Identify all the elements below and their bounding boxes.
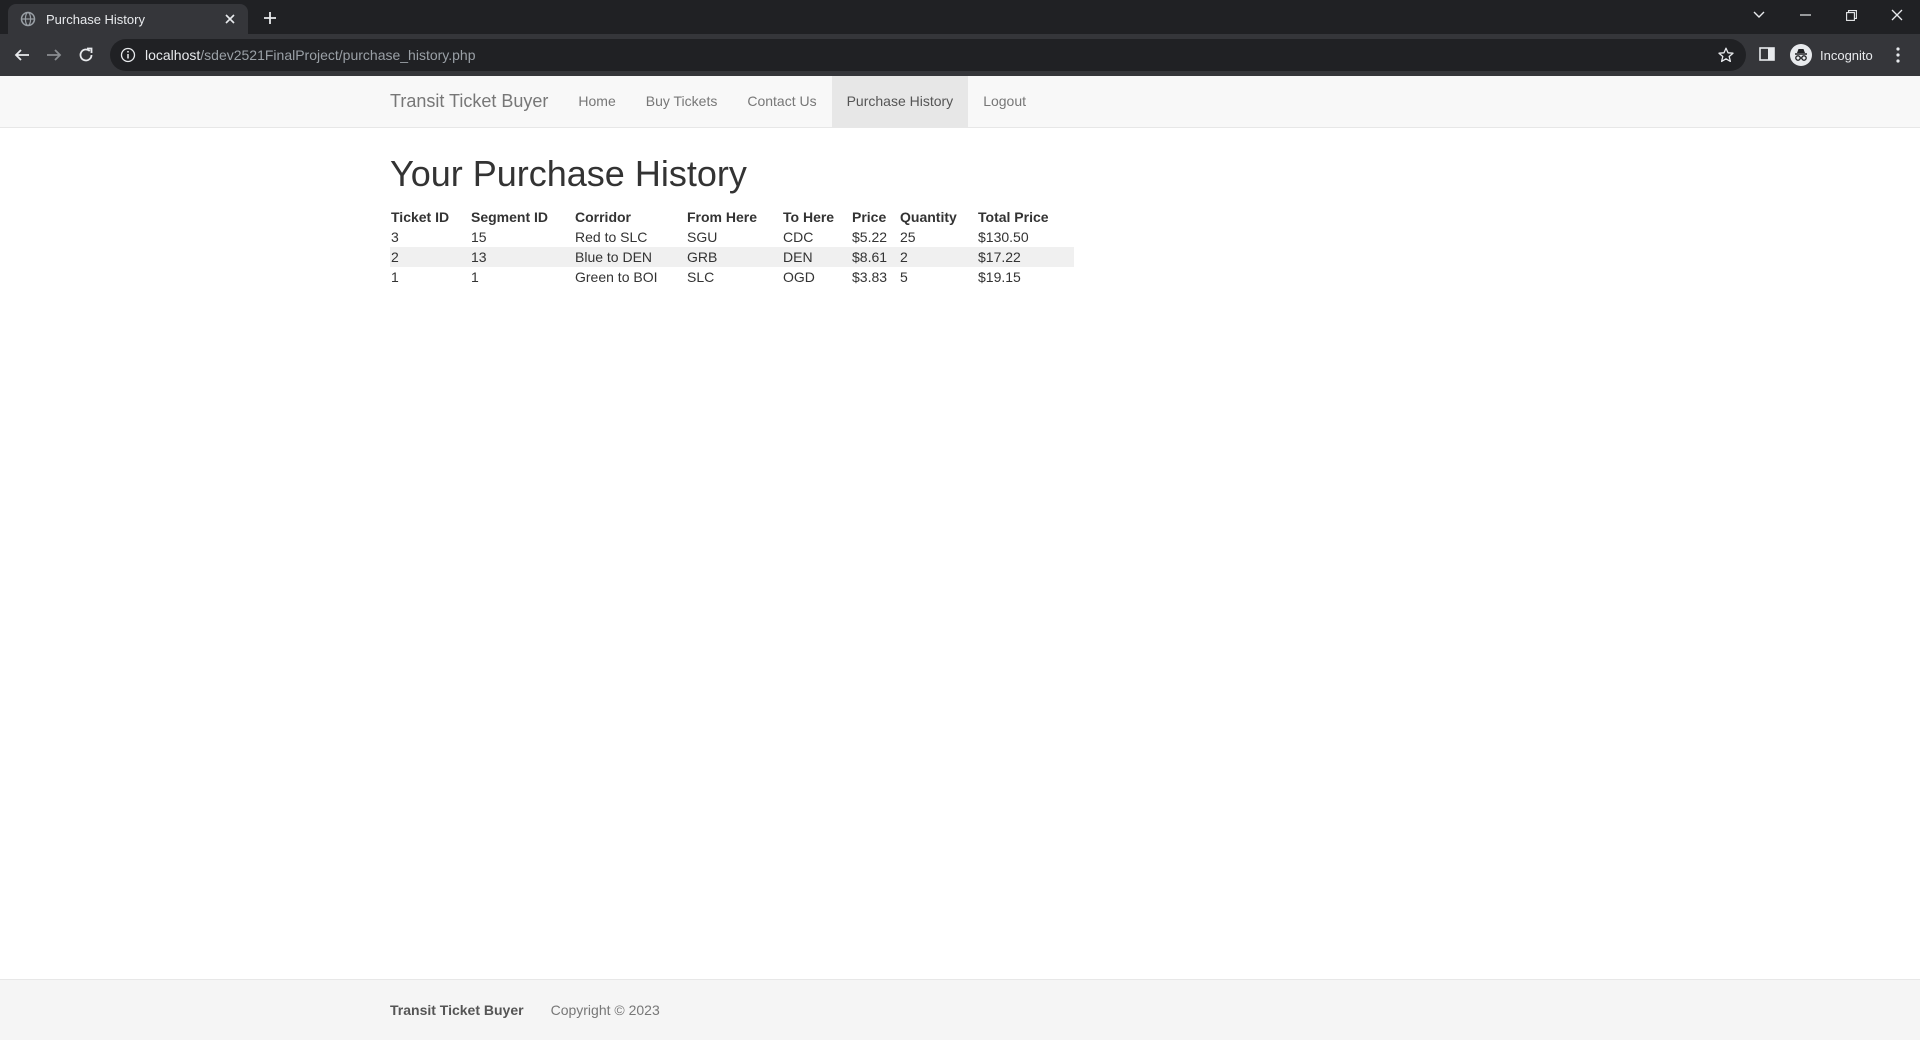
purchase-history-table: Ticket ID Segment ID Corridor From Here … (390, 207, 1074, 287)
site-footer: Transit Ticket Buyer Copyright © 2023 (0, 979, 1920, 1040)
table-cell: 1 (391, 269, 399, 285)
column-header: Price (852, 209, 887, 225)
column-header: Corridor (575, 209, 631, 225)
browser-tab-strip: Purchase History (0, 0, 1920, 34)
table-cell: $19.15 (978, 269, 1021, 285)
footer-brand: Transit Ticket Buyer (390, 1002, 524, 1018)
table-cell: 2 (899, 247, 977, 267)
table-cell: $5.22 (852, 229, 888, 245)
browser-toolbar: localhost/sdev2521FinalProject/purchase_… (0, 34, 1920, 76)
table-cell: Red to SLC (575, 229, 648, 245)
address-bar[interactable]: localhost/sdev2521FinalProject/purchase_… (110, 39, 1746, 71)
table-cell: SLC (687, 269, 715, 285)
more-menu-icon[interactable] (1890, 46, 1906, 64)
column-header: Quantity (900, 209, 957, 225)
table-cell: Green to BOI (575, 269, 658, 285)
column-header: To Here (783, 209, 835, 225)
table-cell: Blue to DEN (574, 247, 686, 267)
bookmark-star-icon[interactable] (1718, 47, 1734, 63)
minimize-icon[interactable] (1782, 0, 1828, 30)
url-path: /sdev2521FinalProject/purchase_history.p… (200, 47, 476, 63)
restore-icon[interactable] (1828, 0, 1874, 30)
new-tab-icon[interactable] (259, 7, 281, 29)
nav-item-home[interactable]: Home (563, 76, 630, 127)
column-header: Ticket ID (391, 209, 450, 225)
table-cell: 15 (471, 229, 487, 245)
incognito-profile-button[interactable]: Incognito (1786, 41, 1885, 69)
table-cell: DEN (782, 247, 851, 267)
footer-copyright: Copyright © 2023 (550, 1002, 660, 1018)
table-row: 2 13 Blue to DEN GRB DEN $8.61 2 $17.22 (390, 247, 1074, 267)
navbar-container: Transit Ticket Buyer Home Buy Tickets Co… (375, 76, 1041, 127)
profile-label: Incognito (1820, 47, 1873, 63)
column-header: Segment ID (471, 209, 549, 225)
footer-content: Transit Ticket Buyer Copyright © 2023 (390, 1002, 660, 1018)
table-cell: 25 (900, 229, 916, 245)
nav-item-purchase-history[interactable]: Purchase History (831, 76, 969, 127)
nav-item-buy-tickets[interactable]: Buy Tickets (631, 76, 733, 127)
url-text: localhost/sdev2521FinalProject/purchase_… (145, 47, 476, 63)
table-cell: 3 (391, 229, 399, 245)
table-cell: 5 (900, 269, 908, 285)
navbar-brand-link[interactable]: Transit Ticket Buyer (375, 76, 563, 127)
table-cell: $3.83 (852, 269, 888, 285)
table-cell: CDC (783, 229, 814, 245)
table-cell: OGD (783, 269, 815, 285)
table-row: 1 1 Green to BOI SLC OGD $3.83 5 $19.15 (390, 267, 1074, 287)
tab-title: Purchase History (46, 11, 145, 27)
table-cell: 2 (390, 247, 470, 267)
forward-arrow-icon[interactable] (42, 43, 66, 67)
table-header-row: Ticket ID Segment ID Corridor From Here … (390, 207, 1074, 227)
incognito-icon (1790, 44, 1812, 66)
table-cell: 1 (471, 269, 479, 285)
close-tab-icon[interactable] (222, 11, 238, 27)
tab-search-icon[interactable] (1736, 0, 1782, 30)
site-info-icon[interactable] (120, 47, 136, 63)
page-title: Your Purchase History (390, 153, 747, 194)
browser-tab[interactable]: Purchase History (8, 4, 248, 34)
nav-item-logout[interactable]: Logout (968, 76, 1041, 127)
nav-item-contact-us[interactable]: Contact Us (732, 76, 831, 127)
column-header: Total Price (978, 209, 1049, 225)
side-panel-icon[interactable] (1759, 46, 1775, 62)
globe-icon (20, 11, 36, 27)
reload-icon[interactable] (74, 43, 98, 67)
column-header: From Here (687, 209, 758, 225)
back-arrow-icon[interactable] (10, 43, 34, 67)
table-cell: SGU (687, 229, 718, 245)
table-cell: $130.50 (978, 229, 1029, 245)
table-cell: $17.22 (977, 247, 1074, 267)
table-cell: 13 (470, 247, 574, 267)
url-host: localhost (145, 47, 201, 63)
close-window-icon[interactable] (1874, 0, 1920, 30)
site-navbar: Transit Ticket Buyer Home Buy Tickets Co… (0, 76, 1920, 128)
table-cell: $8.61 (851, 247, 899, 267)
table-row: 3 15 Red to SLC SGU CDC $5.22 25 $130.50 (390, 227, 1074, 247)
table-cell: GRB (686, 247, 782, 267)
